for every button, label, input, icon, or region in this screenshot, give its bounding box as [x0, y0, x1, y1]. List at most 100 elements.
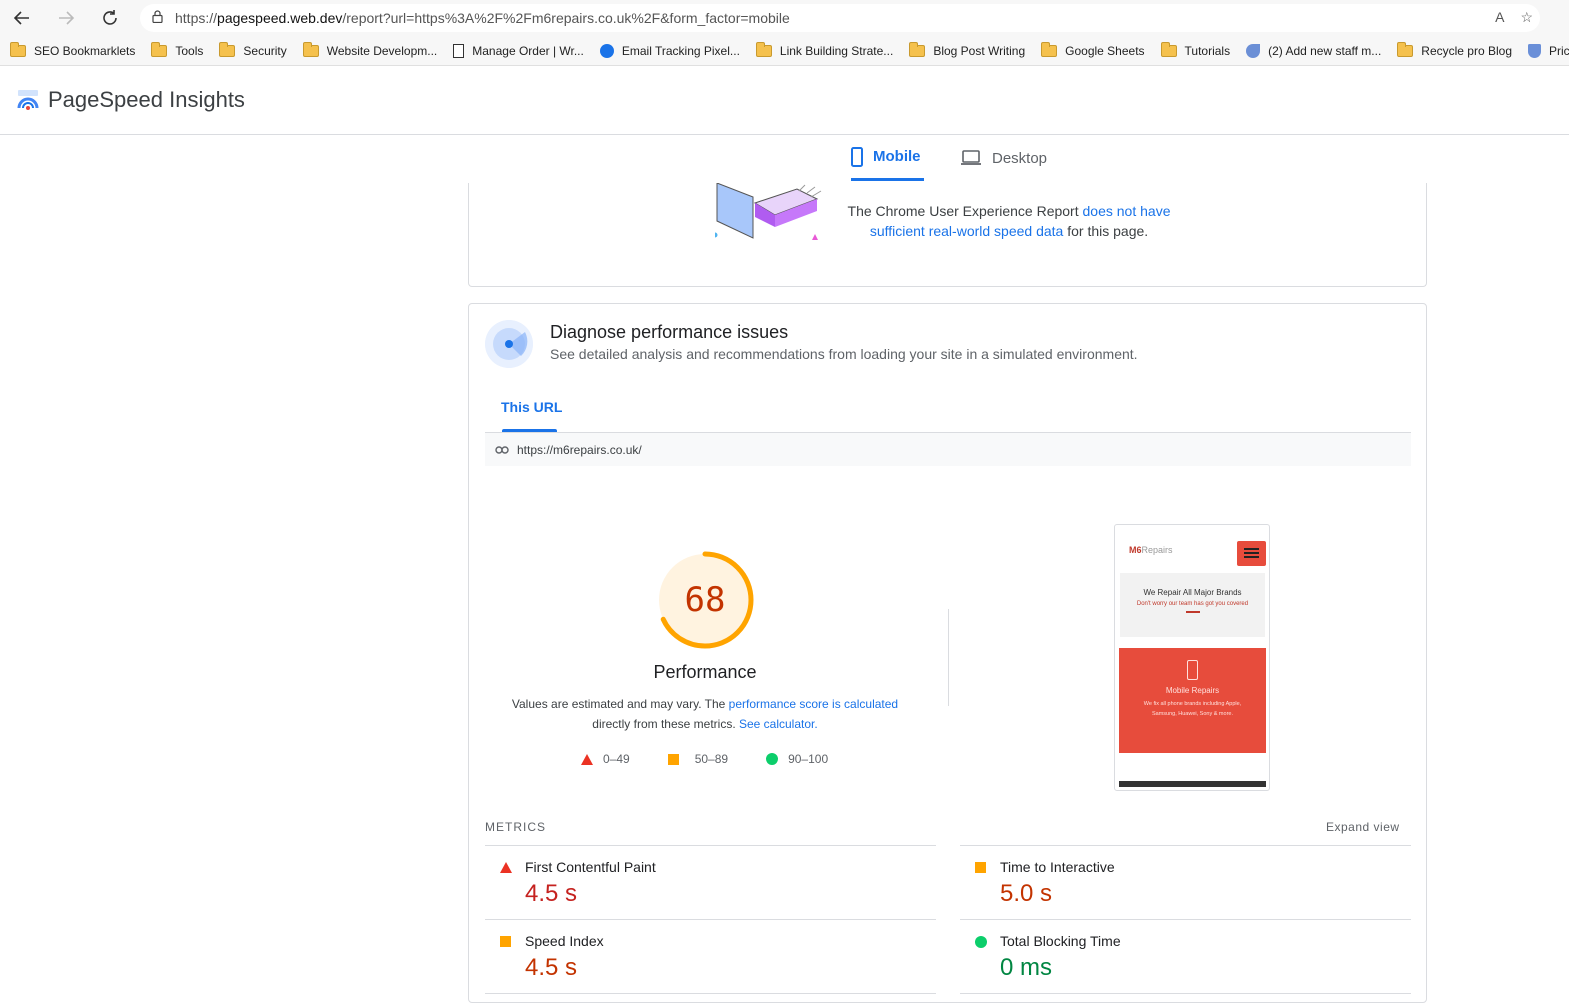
crux-text-before: The Chrome User Experience Report: [847, 203, 1083, 219]
metric-label: Speed Index: [525, 933, 604, 949]
bookmark-label: Price: [1549, 43, 1569, 58]
lab-data-icon: [485, 320, 533, 368]
folder-icon: [1160, 41, 1177, 57]
refresh-icon: [103, 10, 117, 25]
psi-header: PageSpeed Insights: [0, 66, 1569, 135]
legend-poor-label: 0–49: [603, 752, 630, 766]
see-calculator-link[interactable]: See calculator.: [739, 717, 818, 731]
bookmark-item[interactable]: Tools: [151, 41, 204, 58]
expand-view-button[interactable]: Expand view: [1326, 820, 1400, 834]
metric-label: Total Blocking Time: [1000, 933, 1121, 949]
bookmark-label: Google Sheets: [1065, 43, 1145, 58]
bookmark-label: Recycle pro Blog: [1421, 43, 1512, 58]
metric-tti: Time to Interactive 5.0 s: [960, 845, 1411, 919]
bird-icon: [1246, 43, 1261, 58]
tab-desktop[interactable]: Desktop: [960, 135, 1047, 181]
bookmark-item[interactable]: Google Sheets: [1041, 41, 1145, 58]
folder-icon: [1041, 41, 1058, 57]
folder-icon: [151, 41, 168, 57]
pass-circle-icon: [975, 936, 987, 948]
metric-speed-index: Speed Index 4.5 s: [485, 919, 936, 993]
bookmark-label: Tools: [175, 43, 204, 58]
address-bar[interactable]: https://pagespeed.web.dev/report?url=htt…: [140, 4, 1540, 32]
hamburger-menu-icon: [1237, 541, 1266, 566]
bookmark-label: SEO Bookmarklets: [34, 43, 136, 58]
folder-icon: [302, 41, 319, 57]
tab-mobile-label: Mobile: [873, 148, 921, 165]
score-note-text-2: directly from these metrics.: [592, 717, 739, 731]
refresh-button[interactable]: [88, 0, 132, 36]
bookmark-item[interactable]: Website Developm...: [302, 41, 437, 58]
metric-value: 5.0 s: [1000, 880, 1053, 907]
bookmark-label: Email Tracking Pixel...: [621, 43, 740, 58]
bookmark-item[interactable]: Security: [219, 41, 287, 58]
average-square-icon: [975, 862, 986, 873]
bookmark-item[interactable]: Price: [1528, 43, 1569, 58]
bookmark-item[interactable]: Tutorials: [1160, 41, 1231, 58]
score-note-text-1: Values are estimated and may vary. The: [511, 697, 729, 711]
device-tabs: Mobile Desktop: [851, 135, 1047, 183]
preview-divider: [1185, 611, 1200, 613]
no-data-illustration-icon: [715, 183, 822, 240]
tested-url[interactable]: https://m6repairs.co.uk/: [517, 443, 642, 457]
tested-url-row: https://m6repairs.co.uk/: [485, 432, 1411, 466]
url-host: pagespeed.web.dev: [217, 10, 343, 26]
fail-triangle-icon: [581, 753, 593, 765]
circle-icon: [599, 43, 614, 58]
legend-average: 50–89: [667, 752, 729, 766]
tab-this-url[interactable]: This URL: [501, 399, 562, 415]
folder-icon: [909, 41, 926, 57]
legend-average-label: 50–89: [694, 752, 729, 766]
bookmark-label: Tutorials: [1184, 43, 1231, 58]
crux-text-after: for this page.: [1063, 223, 1149, 239]
performance-score: 68: [684, 580, 726, 620]
preview-hero-subtitle: Don't worry our team has got you covered: [1136, 601, 1249, 607]
diagnose-card: Diagnose performance issues See detailed…: [468, 303, 1427, 1003]
average-square-icon: [500, 936, 511, 947]
score-calculation-link[interactable]: performance score is calculated: [729, 697, 898, 711]
bookmark-label: Manage Order | Wr...: [472, 43, 584, 58]
preview-card-title: Mobile Repairs: [1165, 686, 1220, 695]
metric-divider: [485, 993, 936, 995]
read-aloud-icon[interactable]: A: [1495, 9, 1504, 26]
add-favorite-icon[interactable]: ☆: [1520, 9, 1533, 26]
metrics-heading: METRICS: [485, 820, 546, 834]
diagnose-subtitle: See detailed analysis and recommendation…: [550, 346, 1138, 362]
preview-logo-sub: Repairs: [1141, 545, 1173, 555]
bookmark-item[interactable]: Email Tracking Pixel...: [599, 43, 740, 58]
forward-button[interactable]: [44, 0, 88, 36]
back-button[interactable]: [0, 0, 44, 36]
fail-triangle-icon: [500, 862, 512, 873]
phone-icon: [851, 146, 863, 167]
bookmark-item[interactable]: SEO Bookmarklets: [10, 41, 136, 58]
page-title[interactable]: PageSpeed Insights: [48, 87, 245, 113]
metric-divider: [960, 993, 1411, 995]
diagnose-title: Diagnose performance issues: [550, 322, 789, 342]
metric-fcp: First Contentful Paint 4.5 s: [485, 845, 936, 919]
bookmark-item[interactable]: Recycle pro Blog: [1397, 41, 1512, 58]
preview-logo: M6Repairs: [1129, 545, 1173, 555]
url-text: https://pagespeed.web.dev/report?url=htt…: [175, 10, 790, 26]
bookmark-label: Security: [243, 43, 287, 58]
metric-value: 0 ms: [1000, 954, 1053, 981]
bookmark-item[interactable]: (2) Add new staff m...: [1246, 43, 1381, 58]
lock-icon: [152, 10, 163, 26]
bookmark-item[interactable]: Blog Post Writing: [909, 41, 1025, 58]
laptop-icon: [961, 150, 981, 165]
pagespeed-logo-icon[interactable]: [16, 88, 40, 112]
mobile-phone-icon: [1187, 660, 1198, 680]
pass-circle-icon: [766, 753, 779, 765]
back-arrow-icon: [13, 11, 29, 25]
legend-good-label: 90–100: [788, 752, 829, 766]
tab-mobile[interactable]: Mobile: [851, 135, 924, 181]
bookmark-item[interactable]: Manage Order | Wr...: [453, 43, 584, 58]
folder-icon: [1397, 41, 1414, 57]
score-legend: 0–49 50–89 90–100: [581, 752, 866, 766]
final-screenshot: M6Repairs We Repair All Major Brands Don…: [1114, 524, 1270, 791]
folder-icon: [755, 41, 772, 57]
bookmark-item[interactable]: Link Building Strate...: [755, 41, 893, 58]
legend-poor: 0–49: [581, 752, 630, 766]
address-bar-actions: A ☆: [1495, 9, 1533, 26]
url-path: /report?url=https%3A%2F%2Fm6repairs.co.u…: [342, 10, 790, 26]
metric-value: 4.5 s: [525, 954, 578, 981]
